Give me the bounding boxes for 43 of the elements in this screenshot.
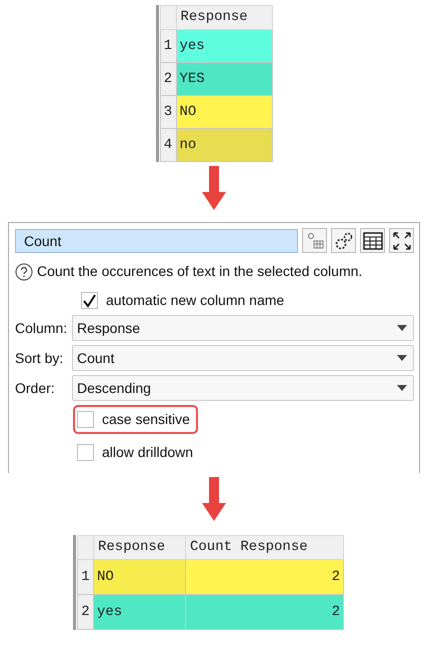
description-text: Count the occurences of text in the selected column. xyxy=(37,262,362,281)
checkbox-label: case sensitive xyxy=(102,410,190,429)
table-cell: NO xyxy=(176,96,272,128)
expand-icon xyxy=(392,230,412,250)
title-field[interactable]: Count xyxy=(15,228,298,252)
checkbox-label: automatic new column name xyxy=(106,291,284,310)
table-cell: NO xyxy=(94,560,186,594)
table-cell: yes xyxy=(94,594,186,630)
down-arrow-icon xyxy=(202,166,226,210)
column-header: Count Response xyxy=(186,536,344,560)
checkbox-label: allow drilldown xyxy=(102,443,194,462)
table-cell: no xyxy=(176,128,272,162)
checkbox[interactable] xyxy=(81,292,98,309)
table-cell: YES xyxy=(176,62,272,96)
row-number: 3 xyxy=(160,96,176,128)
caret-icon xyxy=(397,325,407,331)
row-number: 4 xyxy=(160,128,176,162)
table-icon xyxy=(362,232,382,250)
caret-icon xyxy=(397,385,407,391)
field-label: Column: xyxy=(15,318,68,338)
table-button[interactable] xyxy=(360,228,385,253)
column-header: Response xyxy=(94,536,186,560)
checkbox[interactable] xyxy=(77,444,94,461)
settings-button[interactable] xyxy=(331,228,356,253)
column-header: Response xyxy=(176,6,272,30)
dropdown[interactable]: Count xyxy=(72,345,414,371)
help-icon[interactable] xyxy=(15,262,33,280)
settings-icon xyxy=(334,230,354,250)
caret-icon xyxy=(397,355,407,361)
row-number: 2 xyxy=(78,594,94,630)
row-number: 1 xyxy=(160,30,176,62)
table-cell: yes xyxy=(176,30,272,62)
table-cell: 2 xyxy=(186,594,344,630)
dropdown[interactable]: Response xyxy=(72,315,414,341)
row-number: 1 xyxy=(78,560,94,594)
row-number: 2 xyxy=(160,62,176,96)
expand-button[interactable] xyxy=(389,228,414,253)
down-arrow-icon xyxy=(202,477,226,521)
checkbox[interactable] xyxy=(77,411,94,428)
field-label: Order: xyxy=(15,378,56,398)
field-label: Sort by: xyxy=(15,348,64,368)
dropdown[interactable]: Descending xyxy=(72,375,414,401)
table-cell: 2 xyxy=(186,560,344,594)
